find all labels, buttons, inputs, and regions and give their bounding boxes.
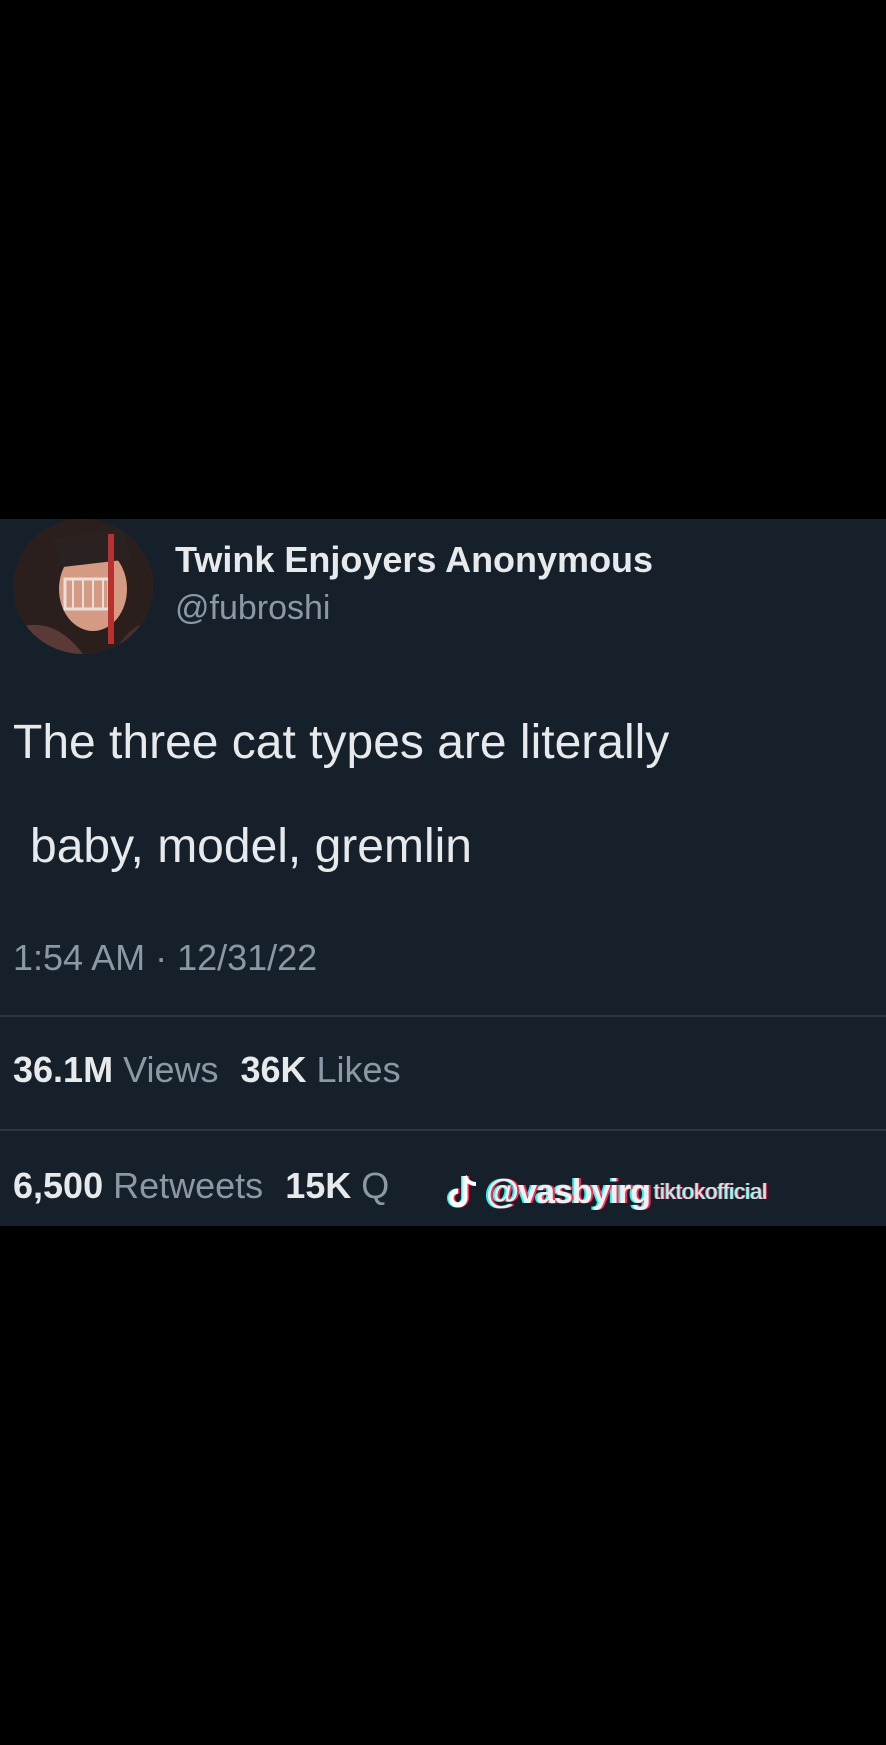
quotes-count: 15K [285, 1165, 352, 1206]
watermark-subtitle: tiktokofficial [654, 1179, 768, 1204]
views-count: 36.1M [13, 1049, 114, 1090]
tweet-timestamp[interactable]: 1:54 AM · 12/31/22 [13, 937, 317, 979]
views-label: Views [123, 1049, 219, 1090]
tweet-text-line-1: The three cat types are literally [13, 716, 670, 769]
retweets-stat[interactable]: 6,500 Retweets [13, 1165, 263, 1206]
retweets-count: 6,500 [13, 1165, 104, 1206]
stats-row-retweets-quotes: 6,500 Retweets 15K Q [13, 1165, 389, 1207]
user-handle[interactable]: @fubroshi [175, 589, 330, 628]
watermark-username: @vasbyirg [486, 1172, 651, 1211]
divider [0, 1015, 886, 1017]
quotes-stat[interactable]: 15K Q [285, 1165, 389, 1206]
avatar[interactable] [13, 519, 153, 654]
likes-label: Likes [316, 1049, 401, 1090]
tweet-text-line-2: baby, model, gremlin [30, 820, 472, 873]
divider [0, 1129, 886, 1131]
tiktok-icon [447, 1175, 477, 1208]
likes-stat[interactable]: 36K Likes [240, 1049, 400, 1090]
display-name[interactable]: Twink Enjoyers Anonymous [175, 539, 653, 581]
avatar-illustration [13, 519, 153, 654]
retweets-label: Retweets [113, 1165, 264, 1206]
tiktok-watermark: @vasbyirg tiktokofficial [446, 1169, 767, 1215]
tweet-card: Twink Enjoyers Anonymous @fubroshi The t… [0, 519, 886, 1226]
video-frame: Twink Enjoyers Anonymous @fubroshi The t… [0, 0, 886, 1745]
quotes-label: Q [361, 1165, 390, 1206]
likes-count: 36K [240, 1049, 307, 1090]
views-stat[interactable]: 36.1M Views [13, 1049, 218, 1090]
stats-row-views-likes: 36.1M Views 36K Likes [13, 1049, 401, 1091]
